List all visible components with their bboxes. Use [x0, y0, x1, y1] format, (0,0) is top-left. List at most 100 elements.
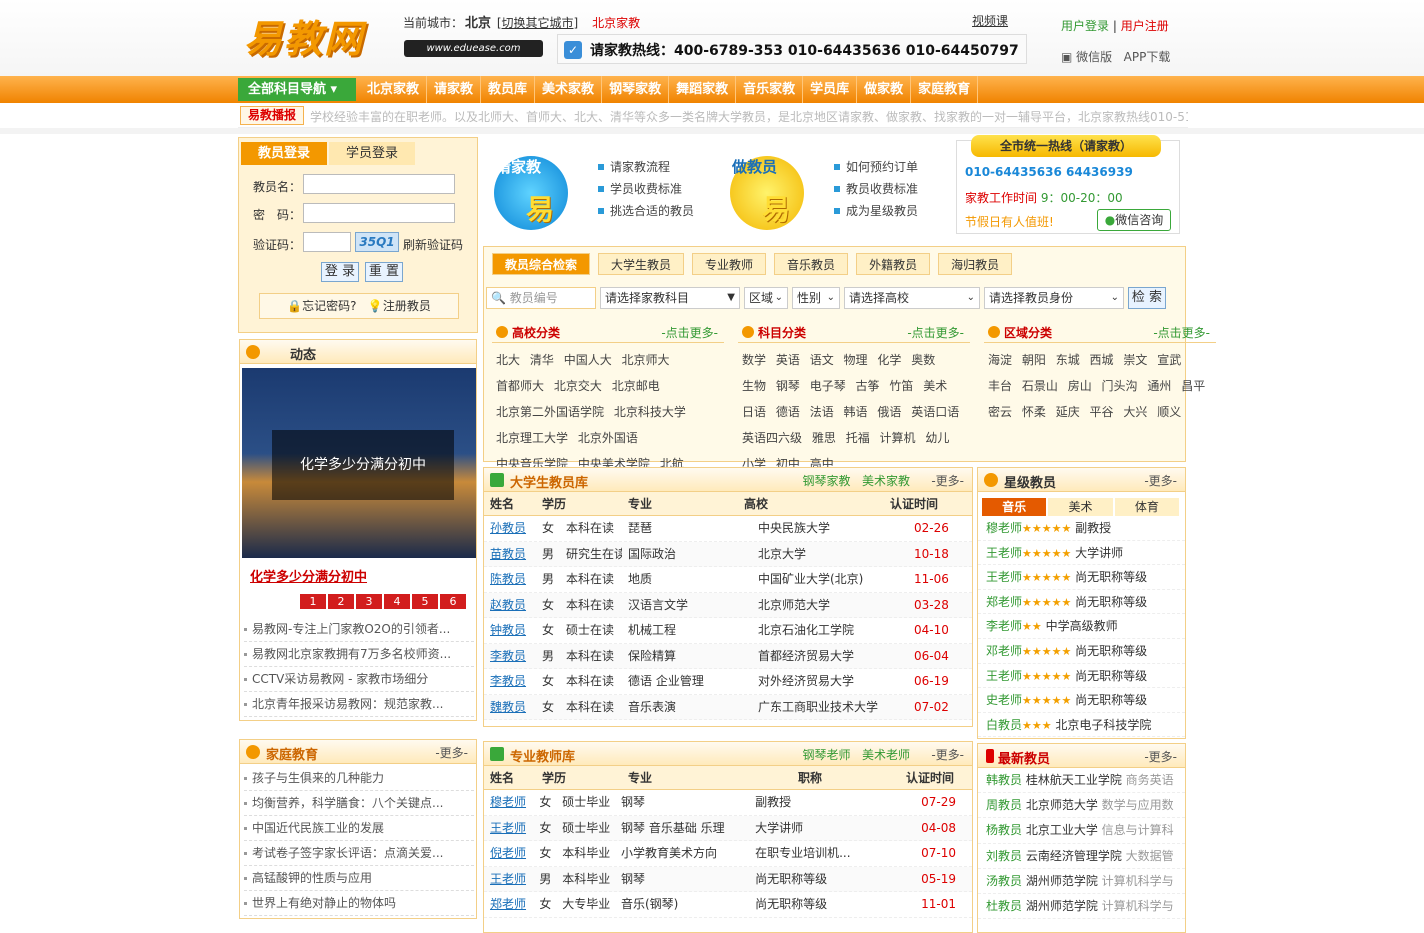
work-link[interactable]: 教员收费标准: [834, 178, 918, 200]
table-row[interactable]: 苗教员男研究生在读 国际政治 北京大学 10-18: [484, 541, 972, 567]
site-logo[interactable]: 易教网: [244, 8, 384, 64]
table-row[interactable]: 赵教员女本科在读 汉语言文学 北京师范大学 03-28: [484, 592, 972, 618]
category-link[interactable]: 朝阳: [1022, 353, 1046, 367]
category-link[interactable]: 海淀: [988, 353, 1012, 367]
table-row[interactable]: 穆老师女硕士毕业 钢琴 副教授 07-29: [484, 790, 972, 816]
star-teacher-row[interactable]: 邓老师★★★★★ 尚无职称等级: [978, 639, 1185, 664]
table-cell[interactable]: 魏教员: [484, 695, 536, 720]
category-link[interactable]: 日语: [742, 405, 766, 419]
city-tutor-link[interactable]: 北京家教: [592, 16, 640, 30]
star-tab[interactable]: 美术: [1048, 498, 1113, 516]
category-link[interactable]: 北京外国语: [578, 431, 638, 445]
college-link-piano[interactable]: 钢琴家教: [803, 474, 851, 488]
teacher-name[interactable]: 王老师: [986, 570, 1022, 584]
newest-teacher-row[interactable]: 周教员 北京师范大学 数学与应用数: [978, 793, 1185, 819]
category-more[interactable]: -点击更多-: [1153, 323, 1210, 343]
teacher-name[interactable]: 刘教员: [986, 849, 1022, 863]
star-more[interactable]: -更多-: [1144, 472, 1177, 489]
category-more[interactable]: -点击更多-: [907, 323, 964, 343]
category-link[interactable]: 西城: [1090, 353, 1114, 367]
table-cell[interactable]: 王老师: [484, 867, 533, 892]
hire-link[interactable]: 挑选合适的教员: [598, 200, 694, 222]
news-item[interactable]: 易教网-专注上门家教O2O的引领者...: [244, 617, 474, 642]
featured-image[interactable]: 化学多少分满分初中: [242, 368, 476, 558]
category-link[interactable]: 数学: [742, 353, 766, 367]
table-row[interactable]: 钟教员女硕士在读 机械工程 北京石油化工学院 04-10: [484, 618, 972, 644]
category-link[interactable]: 生物: [742, 379, 766, 393]
refresh-captcha-link[interactable]: 刷新验证码: [403, 236, 463, 253]
category-link[interactable]: 化学: [877, 353, 901, 367]
app-download-link[interactable]: APP下载: [1124, 50, 1171, 64]
category-link[interactable]: 物理: [844, 353, 868, 367]
star-teacher-row[interactable]: 李老师★★ 中学高级教师: [978, 614, 1185, 639]
star-tab[interactable]: 音乐: [982, 498, 1047, 516]
category-link[interactable]: 俄语: [877, 405, 901, 419]
nav-item[interactable]: 学员库: [803, 76, 858, 103]
username-input[interactable]: [303, 174, 455, 194]
newest-more[interactable]: -更多-: [1144, 748, 1177, 765]
weixin-link[interactable]: 微信版: [1076, 50, 1112, 64]
news-item[interactable]: 北京青年报采访易教网：规范家教...: [244, 692, 474, 717]
register-link[interactable]: 用户注册: [1121, 19, 1169, 33]
family-edu-item[interactable]: 孩子与生俱来的几种能力: [244, 766, 474, 791]
teacher-name[interactable]: 白教员: [986, 718, 1022, 732]
news-item[interactable]: 易教网北京家教拥有7万多名校师资...: [244, 642, 474, 667]
search-tab[interactable]: 专业教师: [692, 253, 767, 275]
college-link-art[interactable]: 美术家教: [862, 474, 910, 488]
search-tab[interactable]: 音乐教员: [774, 253, 849, 275]
category-link[interactable]: 电子琴: [810, 379, 846, 393]
school-select[interactable]: 请选择高校 ⌄: [844, 287, 980, 309]
table-cell[interactable]: 穆老师: [484, 790, 533, 815]
all-subjects-nav[interactable]: 全部科目导航 ▾: [238, 78, 356, 101]
star-teacher-row[interactable]: 王老师★★★★★ 尚无职称等级: [978, 664, 1185, 689]
category-link[interactable]: 丰台: [988, 379, 1012, 393]
nav-item[interactable]: 美术家教: [535, 76, 603, 103]
category-link[interactable]: 崇文: [1123, 353, 1147, 367]
reset-button[interactable]: 重 置: [365, 262, 403, 282]
category-link[interactable]: 竹笛: [889, 379, 913, 393]
family-edu-item[interactable]: 均衡营养，科学膳食：八个关键点...: [244, 791, 474, 816]
nav-item[interactable]: 音乐家教: [736, 76, 804, 103]
table-cell[interactable]: 王老师: [484, 816, 533, 841]
pro-more[interactable]: -更多-: [931, 746, 964, 763]
teacher-name[interactable]: 杜教员: [986, 899, 1022, 913]
table-row[interactable]: 李教员男本科在读 保险精算 首都经济贸易大学 06-04: [484, 643, 972, 669]
teacher-id-input[interactable]: 🔍 教员编号: [486, 287, 596, 309]
category-link[interactable]: 首都师大: [496, 379, 544, 393]
category-link[interactable]: 北京第二外国语学院: [496, 405, 604, 419]
hire-link[interactable]: 请家教流程: [598, 156, 694, 178]
category-link[interactable]: 法语: [810, 405, 834, 419]
table-cell[interactable]: 钟教员: [484, 618, 536, 643]
category-link[interactable]: 中国人大: [564, 353, 612, 367]
wechat-consult-button[interactable]: ●微信咨询: [1097, 209, 1171, 231]
password-input[interactable]: [303, 203, 455, 223]
featured-headline[interactable]: 化学多少分满分初中: [250, 566, 367, 585]
category-link[interactable]: 北京科技大学: [614, 405, 686, 419]
hire-badge[interactable]: 请家教易: [486, 148, 576, 238]
forgot-password-link[interactable]: 忘记密码?: [302, 299, 356, 313]
category-link[interactable]: 语文: [810, 353, 834, 367]
category-link[interactable]: 宣武: [1157, 353, 1181, 367]
area-select[interactable]: 区域 ⌄: [744, 287, 788, 309]
category-link[interactable]: 密云: [988, 405, 1012, 419]
teacher-name[interactable]: 史老师: [986, 693, 1022, 707]
table-row[interactable]: 魏教员女本科在读 音乐表演 广东工商职业技术大学 07-02: [484, 694, 972, 720]
pager-button[interactable]: 2: [328, 594, 354, 609]
family-edu-item[interactable]: 世界上有绝对静止的物体吗: [244, 891, 474, 916]
category-link[interactable]: 平谷: [1090, 405, 1114, 419]
table-row[interactable]: 王老师男本科毕业 钢琴 尚无职称等级 05-19: [484, 866, 972, 892]
pager-button[interactable]: 6: [440, 594, 466, 609]
captcha-input[interactable]: [303, 232, 351, 252]
register-teacher-link[interactable]: 注册教员: [383, 299, 431, 313]
pager-button[interactable]: 1: [300, 594, 326, 609]
nav-item[interactable]: 教员库: [481, 76, 536, 103]
family-edu-item[interactable]: 高锰酸钾的性质与应用: [244, 866, 474, 891]
category-link[interactable]: 门头沟: [1102, 379, 1138, 393]
category-link[interactable]: 英语口语: [911, 405, 959, 419]
category-link[interactable]: 美术: [923, 379, 947, 393]
category-link[interactable]: 雅思: [812, 431, 836, 445]
newest-teacher-row[interactable]: 韩教员 桂林航天工业学院 商务英语: [978, 768, 1185, 794]
nav-item[interactable]: 做家教: [857, 76, 912, 103]
login-link[interactable]: 用户登录: [1061, 19, 1109, 33]
table-cell[interactable]: 赵教员: [484, 593, 536, 618]
